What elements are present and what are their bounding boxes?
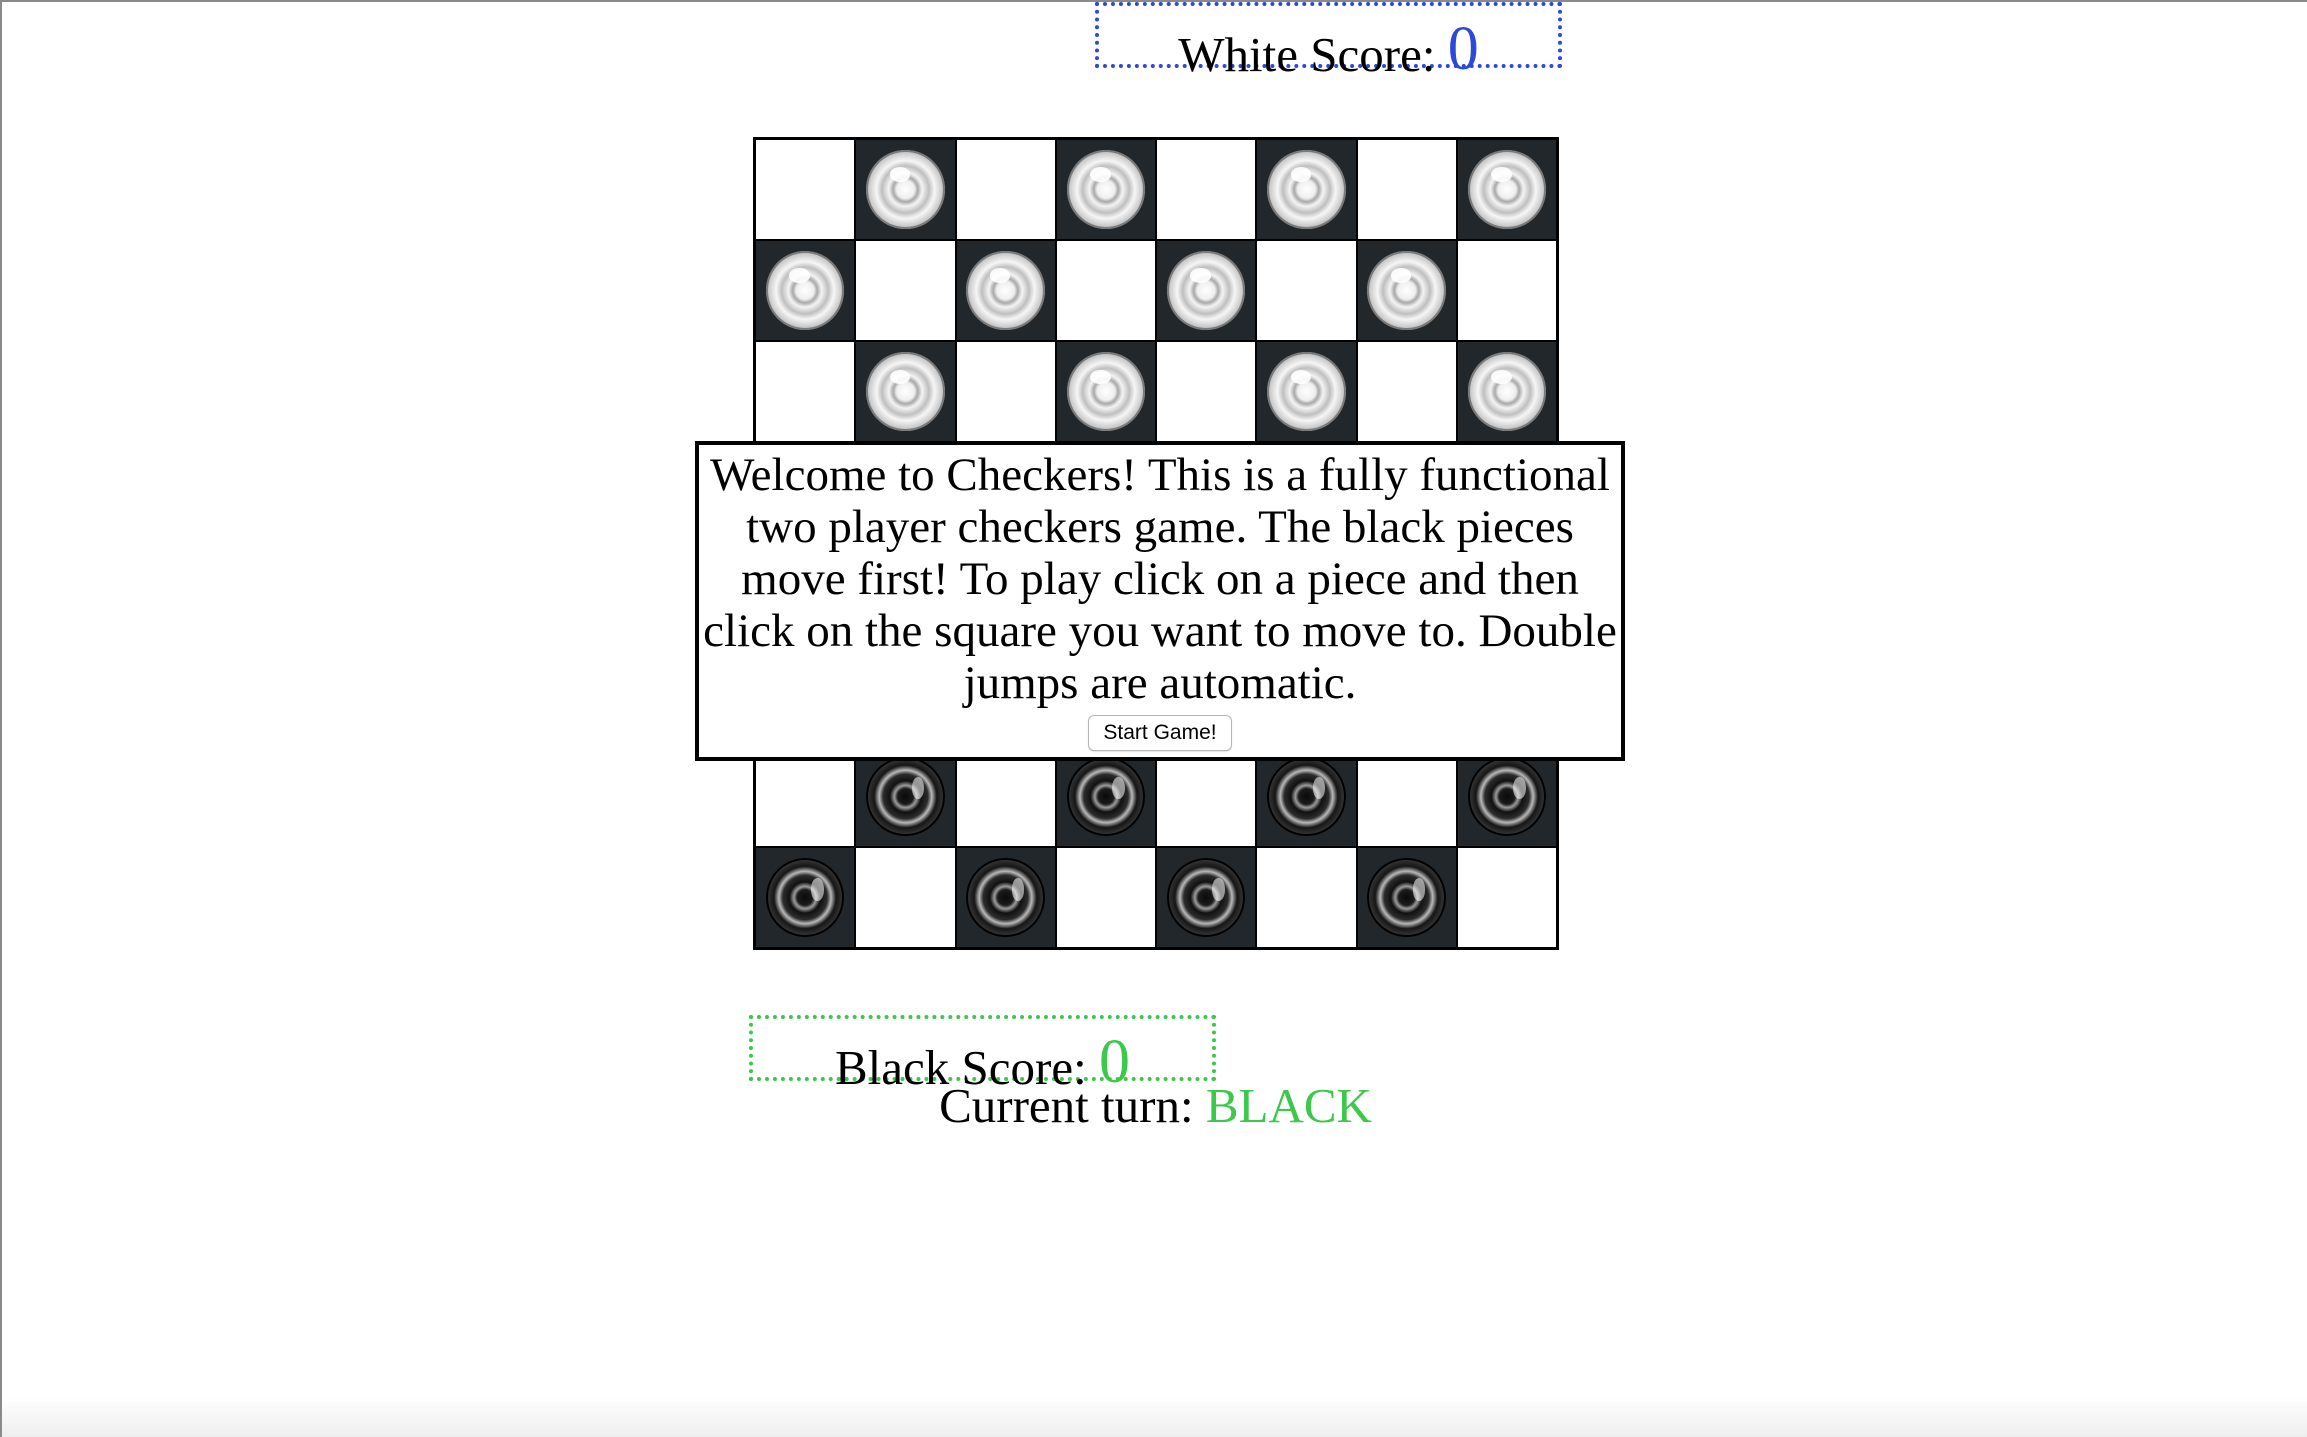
white-checker-piece[interactable] — [866, 352, 945, 432]
white-score-label: White Score: — [1178, 27, 1436, 82]
black-checker-piece[interactable] — [966, 857, 1045, 938]
board-square-r2-c5[interactable] — [1156, 240, 1257, 342]
black-checker-piece[interactable] — [866, 756, 945, 836]
board-square-r2-c7[interactable] — [1356, 240, 1457, 342]
board-square-r2-c6[interactable] — [1256, 240, 1357, 342]
board-square-r3-c7[interactable] — [1356, 341, 1457, 443]
board-square-r8-c6[interactable] — [1256, 846, 1357, 948]
white-checker-piece[interactable] — [1066, 352, 1146, 432]
black-score-box: Black Score: 0 — [749, 1015, 1216, 1093]
board-square-r3-c2[interactable] — [855, 341, 956, 443]
white-checker-piece[interactable] — [1267, 352, 1346, 432]
white-checker-piece[interactable] — [1467, 352, 1547, 432]
black-checker-piece[interactable] — [1166, 857, 1246, 938]
board-square-r2-c3[interactable] — [955, 240, 1056, 342]
board-square-r1-c8[interactable] — [1456, 139, 1557, 241]
board-square-r1-c7[interactable] — [1356, 139, 1457, 241]
current-turn-value: BLACK — [1205, 1078, 1372, 1133]
black-checker-piece[interactable] — [1367, 857, 1446, 938]
board-square-r3-c4[interactable] — [1055, 341, 1156, 443]
white-checker-piece[interactable] — [1467, 149, 1547, 230]
welcome-dialog: Welcome to Checkers! This is a fully fun… — [695, 441, 1625, 761]
board-square-r8-c5[interactable] — [1156, 846, 1257, 948]
board-square-r3-c6[interactable] — [1256, 341, 1357, 443]
window-bottom-edge — [2, 1397, 2307, 1437]
board-square-r1-c1[interactable] — [755, 139, 856, 241]
white-checker-piece[interactable] — [866, 149, 945, 230]
black-checker-piece[interactable] — [1467, 756, 1547, 836]
board-square-r3-c5[interactable] — [1156, 341, 1257, 443]
black-checker-piece[interactable] — [1066, 756, 1146, 836]
game-page: White Score: 0 Welcome to Checkers! This… — [0, 0, 2307, 1437]
welcome-message: Welcome to Checkers! This is a fully fun… — [703, 449, 1617, 709]
board-square-r8-c1[interactable] — [755, 846, 856, 948]
board-square-r8-c2[interactable] — [855, 846, 956, 948]
board-square-r8-c3[interactable] — [955, 846, 1056, 948]
board-square-r3-c1[interactable] — [755, 341, 856, 443]
current-turn-label: Current turn: — [939, 1078, 1194, 1133]
current-turn: Current turn: BLACK — [2, 1079, 2307, 1133]
white-score-value: 0 — [1447, 15, 1479, 83]
board-square-r1-c5[interactable] — [1156, 139, 1257, 241]
board-square-r1-c4[interactable] — [1055, 139, 1156, 241]
white-checker-piece[interactable] — [1267, 149, 1346, 230]
board-square-r2-c2[interactable] — [855, 240, 956, 342]
board-square-r1-c2[interactable] — [855, 139, 956, 241]
board-square-r1-c6[interactable] — [1256, 139, 1357, 241]
board-square-r8-c8[interactable] — [1456, 846, 1557, 948]
white-checker-piece[interactable] — [966, 251, 1045, 331]
black-checker-piece[interactable] — [1267, 756, 1346, 836]
black-checker-piece[interactable] — [765, 857, 845, 938]
board-square-r2-c1[interactable] — [755, 240, 856, 342]
board-square-r2-c4[interactable] — [1055, 240, 1156, 342]
board-square-r8-c7[interactable] — [1356, 846, 1457, 948]
board-square-r1-c3[interactable] — [955, 139, 1056, 241]
start-game-button[interactable]: Start Game! — [1088, 715, 1232, 751]
white-score-box: White Score: 0 — [1095, 2, 1562, 80]
white-checker-piece[interactable] — [1066, 149, 1146, 230]
board-square-r8-c4[interactable] — [1055, 846, 1156, 948]
board-square-r3-c3[interactable] — [955, 341, 1056, 443]
white-checker-piece[interactable] — [1166, 251, 1246, 331]
white-checker-piece[interactable] — [1367, 251, 1446, 331]
board-square-r3-c8[interactable] — [1456, 341, 1557, 443]
white-checker-piece[interactable] — [765, 251, 845, 331]
board-square-r2-c8[interactable] — [1456, 240, 1557, 342]
